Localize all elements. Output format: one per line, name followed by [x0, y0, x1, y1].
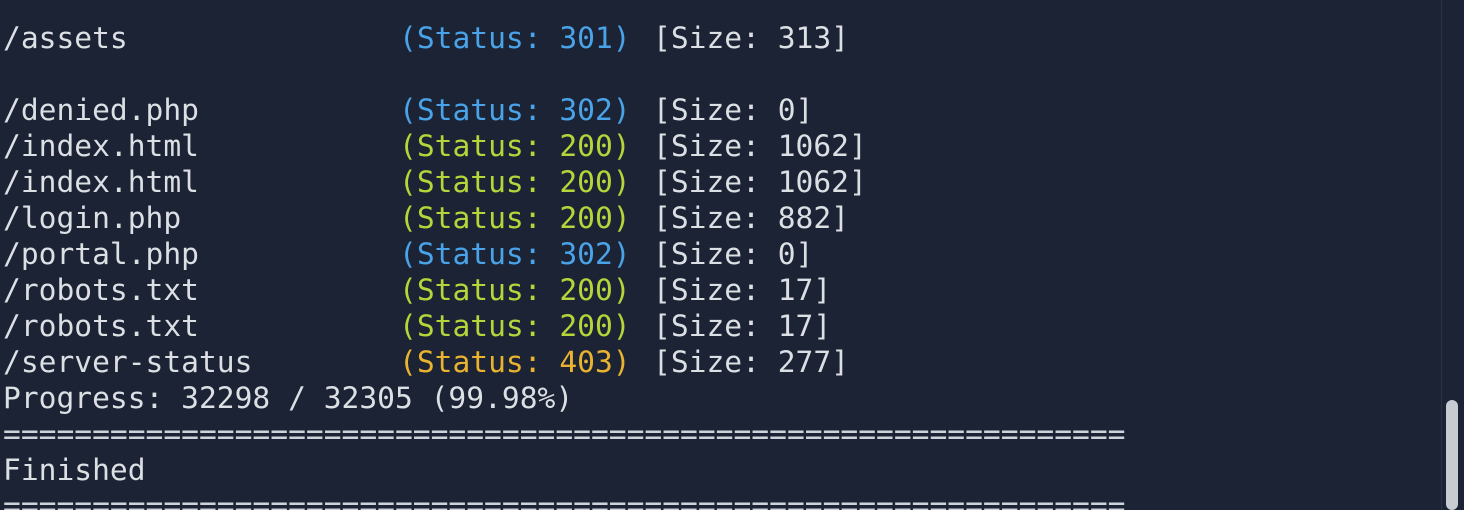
- result-status: (Status: 302): [399, 93, 631, 127]
- result-status: (Status: 200): [399, 273, 631, 307]
- result-path: /login.php: [3, 201, 182, 235]
- result-status: (Status: 200): [399, 165, 631, 199]
- progress-line: Progress: 32298 / 32305 (99.98%): [3, 380, 1443, 416]
- result-status: (Status: 200): [399, 129, 631, 163]
- result-path: /index.html: [3, 129, 199, 163]
- result-size: [Size: 1062]: [653, 129, 867, 163]
- result-status: (Status: 302): [399, 237, 631, 271]
- result-path: /assets: [3, 21, 128, 55]
- result-row: /index.html (Status: 200) [Size: 1062]: [3, 164, 1443, 200]
- result-size: [Size: 17]: [653, 273, 832, 307]
- result-status: (Status: 200): [399, 309, 631, 343]
- separator-text: ========================================…: [3, 417, 1126, 451]
- result-path: /robots.txt: [3, 309, 199, 343]
- result-row: /assets (Status: 301) [Size: 313]: [3, 20, 1443, 56]
- scrollbar-thumb[interactable]: [1446, 400, 1458, 510]
- line-top-partial: [3, 0, 1443, 20]
- result-row: /index.html (Status: 200) [Size: 1062]: [3, 128, 1443, 164]
- result-size: [Size: 0]: [653, 93, 814, 127]
- vertical-scrollbar[interactable]: [1441, 0, 1464, 510]
- result-row: /robots.txt (Status: 200) [Size: 17]: [3, 308, 1443, 344]
- result-row: /portal.php (Status: 302) [Size: 0]: [3, 236, 1443, 272]
- result-status: (Status: 403): [399, 345, 631, 379]
- terminal-window[interactable]: /assets (Status: 301) [Size: 313] /denie…: [0, 0, 1464, 510]
- result-row: /login.php (Status: 200) [Size: 882]: [3, 200, 1443, 236]
- result-path: /robots.txt: [3, 273, 199, 307]
- terminal-output: /assets (Status: 301) [Size: 313] /denie…: [3, 0, 1443, 510]
- separator-line: ========================================…: [3, 488, 1443, 510]
- result-size: [Size: 277]: [653, 345, 849, 379]
- finished-line: Finished: [3, 452, 1443, 488]
- result-row: /server-status (Status: 403) [Size: 277]: [3, 344, 1443, 380]
- result-size: [Size: 882]: [653, 201, 849, 235]
- progress-text: Progress: 32298 / 32305 (99.98%): [3, 381, 574, 415]
- result-size: [Size: 0]: [653, 237, 814, 271]
- separator-line: ========================================…: [3, 416, 1443, 452]
- result-path: /index.html: [3, 165, 199, 199]
- result-size: [Size: 17]: [653, 309, 832, 343]
- result-status: (Status: 301): [399, 21, 631, 55]
- result-row: /denied.php (Status: 302) [Size: 0]: [3, 92, 1443, 128]
- result-size: [Size: 313]: [653, 21, 849, 55]
- result-path: /denied.php: [3, 93, 199, 127]
- result-path: /server-status: [3, 345, 253, 379]
- result-path: /portal.php: [3, 237, 199, 271]
- result-row: /robots.txt (Status: 200) [Size: 17]: [3, 272, 1443, 308]
- result-status: (Status: 200): [399, 201, 631, 235]
- result-size: [Size: 1062]: [653, 165, 867, 199]
- separator-text: ========================================…: [3, 489, 1126, 510]
- finished-text: Finished: [3, 453, 146, 487]
